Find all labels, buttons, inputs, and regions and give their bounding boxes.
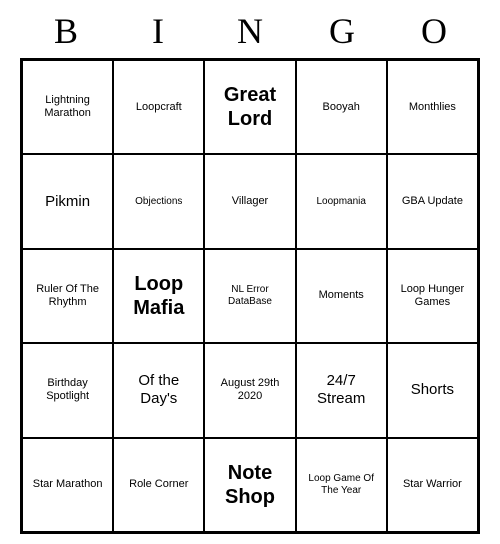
bingo-cell: Loopmania bbox=[296, 154, 387, 248]
bingo-cell: Monthlies bbox=[387, 60, 478, 154]
bingo-cell: Pikmin bbox=[22, 154, 113, 248]
bingo-header: BINGO bbox=[20, 0, 480, 58]
bingo-cell: Star Marathon bbox=[22, 438, 113, 532]
bingo-cell: Booyah bbox=[296, 60, 387, 154]
bingo-cell: GBA Update bbox=[387, 154, 478, 248]
bingo-cell: Ruler Of The Rhythm bbox=[22, 249, 113, 343]
bingo-cell: Great Lord bbox=[204, 60, 295, 154]
bingo-cell: Moments bbox=[296, 249, 387, 343]
bingo-cell: August 29th 2020 bbox=[204, 343, 295, 437]
bingo-cell: Star Warrior bbox=[387, 438, 478, 532]
bingo-cell: Loop Game Of The Year bbox=[296, 438, 387, 532]
bingo-cell: Birthday Spotlight bbox=[22, 343, 113, 437]
bingo-cell: Shorts bbox=[387, 343, 478, 437]
bingo-cell: Note Shop bbox=[204, 438, 295, 532]
bingo-cell: Villager bbox=[204, 154, 295, 248]
bingo-cell: Lightning Marathon bbox=[22, 60, 113, 154]
bingo-cell: Role Corner bbox=[113, 438, 204, 532]
bingo-cell: Loopcraft bbox=[113, 60, 204, 154]
bingo-letter: B bbox=[26, 10, 106, 52]
bingo-cell: Objections bbox=[113, 154, 204, 248]
bingo-cell: 24/7 Stream bbox=[296, 343, 387, 437]
bingo-letter: O bbox=[394, 10, 474, 52]
bingo-cell: NL Error DataBase bbox=[204, 249, 295, 343]
bingo-cell: Loop Hunger Games bbox=[387, 249, 478, 343]
bingo-cell: Of the Day's bbox=[113, 343, 204, 437]
bingo-letter: G bbox=[302, 10, 382, 52]
bingo-grid: Lightning MarathonLoopcraftGreat LordBoo… bbox=[20, 58, 480, 534]
bingo-letter: N bbox=[210, 10, 290, 52]
bingo-cell: Loop Mafia bbox=[113, 249, 204, 343]
bingo-letter: I bbox=[118, 10, 198, 52]
